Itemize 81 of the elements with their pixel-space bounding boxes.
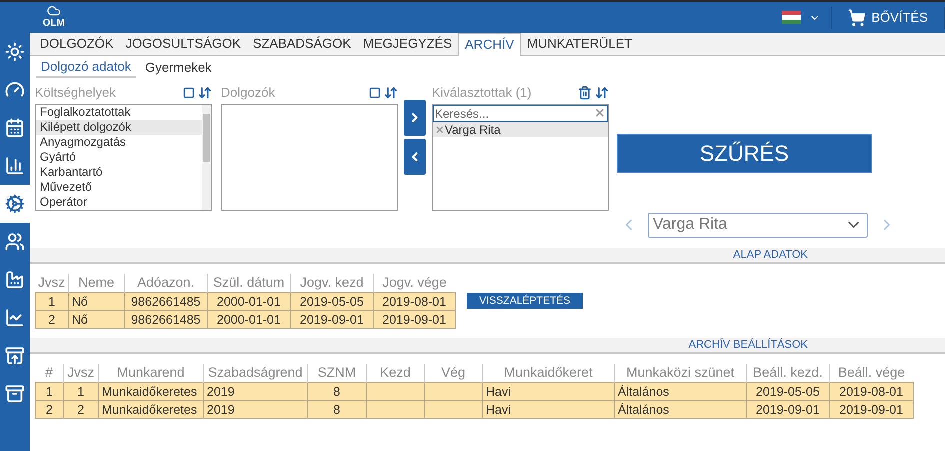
table-cell — [366, 400, 424, 418]
checkbox[interactable] — [369, 87, 381, 99]
table-cell — [424, 400, 482, 418]
table-cell: 1 — [36, 292, 68, 310]
select-value: Varga Rita — [653, 215, 728, 235]
section-title: ARCHÍV BEÁLLÍTÁSOK — [688, 340, 808, 350]
list-item[interactable]: Művezető — [36, 180, 202, 195]
table-cell: 2019-08-01 — [830, 382, 914, 400]
upgrade-button[interactable]: BŐVÍTÉS — [832, 8, 944, 28]
table-cell: 2 — [36, 310, 68, 328]
sidebar-item[interactable] — [0, 185, 30, 223]
flag-icon — [782, 11, 801, 24]
move-right-button[interactable] — [404, 100, 426, 136]
list-item[interactable]: Karbantartó — [36, 165, 202, 180]
scrollbar[interactable] — [202, 105, 211, 210]
list-item[interactable]: Kilépett dolgozók — [36, 120, 202, 135]
table-cell: 2019-09-01 — [746, 400, 830, 418]
filter-button[interactable]: SZŰRÉS — [617, 134, 872, 173]
list-item[interactable]: Foglalkoztatottak — [36, 105, 202, 120]
column-header: # — [36, 364, 64, 382]
table-cell: 2019-05-05 — [746, 382, 830, 400]
calendar-icon — [5, 118, 25, 138]
chosen-item[interactable]: Varga Rita — [433, 122, 608, 137]
subtab[interactable]: Dolgozó adatok — [36, 58, 136, 78]
table-cell: Munkaidőkeretes — [98, 382, 204, 400]
tab[interactable]: MEGJEGYZÉS — [357, 33, 458, 55]
search-field[interactable]: Keresés... — [433, 105, 608, 122]
table-cell: 2019-09-01 — [290, 310, 374, 328]
table-cell: 9862661485 — [124, 292, 208, 310]
sort-icon[interactable] — [198, 86, 212, 100]
panel-title: Költséghelyek — [35, 84, 117, 102]
list-item[interactable]: Gyártó — [36, 150, 202, 165]
table-cell: Általános — [614, 400, 746, 418]
tab[interactable]: ARCHÍV — [458, 33, 522, 56]
list-item[interactable]: Anyagmozgatás — [36, 135, 202, 150]
table-cell: 2019-08-01 — [374, 292, 456, 310]
clear-icon[interactable] — [594, 107, 606, 119]
bar-chart-icon — [5, 156, 25, 176]
table-cell: 2019-09-01 — [374, 310, 456, 328]
table-cell: Havi — [482, 400, 614, 418]
sun-icon — [5, 42, 25, 62]
tab[interactable]: DOLGOZÓK — [34, 33, 120, 55]
tab[interactable]: JOGOSULTSÁGOK — [120, 33, 248, 55]
table-cell: 2000-01-01 — [208, 310, 290, 328]
panel-title: Kiválasztottak (1) — [432, 84, 533, 102]
table-cell: 2 — [36, 400, 64, 418]
gauge-icon — [5, 80, 25, 100]
subtab[interactable]: Gyermekek — [140, 58, 217, 78]
logo-text: OLM — [42, 18, 66, 28]
settings-icon — [5, 194, 25, 214]
sort-icon[interactable] — [384, 86, 398, 100]
list-item[interactable]: Operátor — [36, 195, 202, 210]
move-left-button[interactable] — [404, 139, 426, 175]
table-cell: 2019 — [204, 382, 308, 400]
table-cell: 2000-01-01 — [208, 292, 290, 310]
table-cell: 2019-09-01 — [830, 400, 914, 418]
factory-icon — [5, 270, 25, 290]
chosen-name: Varga Rita — [445, 122, 501, 138]
table-cell: 2 — [64, 400, 98, 418]
people-icon — [5, 232, 25, 252]
table-cell: 2019-05-05 — [290, 292, 374, 310]
table-cell: Munkaidőkeretes — [98, 400, 204, 418]
column-header: Jvsz — [36, 274, 68, 292]
table-cell: 1 — [36, 382, 64, 400]
sort-icon[interactable] — [595, 86, 609, 100]
panel-title: Dolgozók — [221, 84, 276, 102]
table-cell: Nő — [68, 310, 124, 328]
table-cell: Általános — [614, 382, 746, 400]
employee-select[interactable]: Varga Rita — [648, 212, 868, 238]
demote-button[interactable]: VISSZALÉPTETÉS — [467, 293, 583, 309]
table-cell: 8 — [308, 400, 366, 418]
trash-icon[interactable] — [578, 86, 592, 100]
cart-icon — [848, 8, 866, 26]
table-cell: 9862661485 — [124, 310, 208, 328]
table-cell: 2019 — [204, 400, 308, 418]
line-chart-icon — [5, 308, 25, 328]
checkbox[interactable] — [183, 87, 195, 99]
tab[interactable]: SZABADSÁGOK — [247, 33, 358, 55]
tab[interactable]: MUNKATERÜLET — [521, 33, 638, 55]
section-title: ALAP ADATOK — [733, 250, 808, 260]
table-cell: Havi — [482, 382, 614, 400]
